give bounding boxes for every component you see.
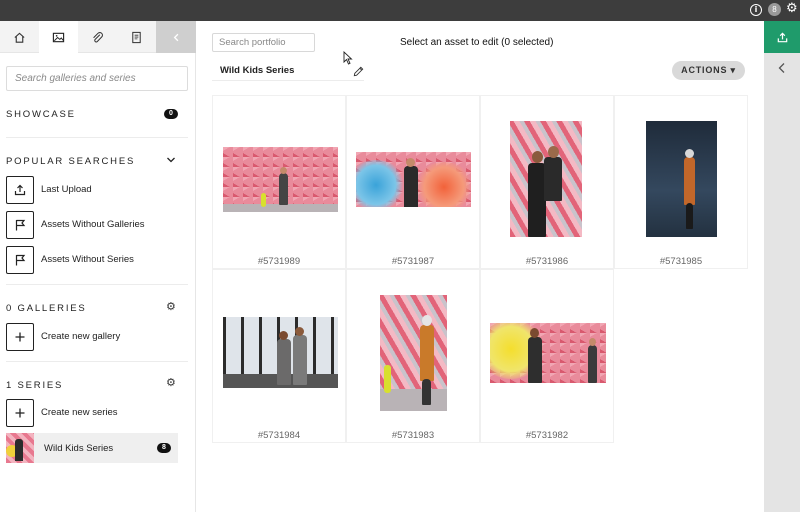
plus-icon	[6, 323, 34, 351]
flag-icon	[6, 246, 34, 274]
divider	[6, 284, 188, 285]
asset-card[interactable]: #5731983	[346, 269, 480, 443]
series-count-badge: 8	[157, 443, 171, 453]
right-rail	[764, 21, 800, 512]
upload-icon	[777, 31, 787, 42]
upload-icon	[6, 176, 34, 204]
popular-searches-title: POPULAR SEARCHES	[6, 156, 136, 167]
series-item-wild-kids[interactable]: Wild Kids Series 8	[6, 433, 178, 463]
attachment-icon	[93, 31, 103, 42]
showcase-title: SHOWCASE	[6, 109, 76, 120]
popular-search-label: Assets Without Galleries	[41, 219, 145, 230]
popular-search-label: Last Upload	[41, 184, 92, 195]
collapse-sidebar-button[interactable]	[156, 21, 196, 53]
gallery-settings-gear-icon[interactable]: ⚙	[166, 300, 176, 313]
asset-card[interactable]: #5731984	[212, 269, 346, 443]
asset-thumbnail[interactable]	[646, 121, 717, 237]
series-title: 1 SERIES	[6, 380, 64, 391]
plus-icon	[6, 399, 34, 427]
asset-card[interactable]: #5731985	[614, 95, 748, 269]
asset-id: #5731982	[525, 430, 569, 441]
pencil-icon[interactable]	[352, 65, 365, 78]
asset-thumbnail[interactable]	[490, 323, 606, 383]
top-bar: i 8 ⚙	[0, 0, 800, 21]
home-icon	[14, 32, 25, 43]
flag-icon	[6, 211, 34, 239]
tab-images[interactable]	[39, 21, 78, 53]
asset-id: #5731986	[525, 256, 569, 267]
sidebar: SHOWCASE 0 POPULAR SEARCHES Last Upload …	[0, 21, 196, 512]
asset-card[interactable]: #5731987	[346, 95, 480, 269]
asset-id: #5731985	[659, 256, 703, 267]
popular-search-without-series[interactable]: Assets Without Series	[6, 246, 188, 274]
series-name-title[interactable]: Wild Kids Series	[220, 65, 294, 76]
series-settings-gear-icon[interactable]: ⚙	[166, 376, 176, 389]
asset-id: #5731983	[391, 430, 435, 441]
create-gallery-button[interactable]: Create new gallery	[6, 323, 188, 351]
asset-thumbnail[interactable]	[356, 152, 471, 207]
asset-id: #5731989	[257, 256, 301, 267]
divider	[6, 361, 188, 362]
chevron-left-icon	[173, 33, 178, 41]
upload-button[interactable]	[764, 21, 800, 53]
asset-card[interactable]: #5731982	[480, 269, 614, 443]
portfolio-search-input[interactable]	[212, 33, 315, 52]
image-icon	[52, 32, 65, 42]
mouse-cursor-icon	[343, 51, 353, 65]
chevron-left-icon[interactable]	[777, 62, 787, 74]
asset-id: #5731987	[391, 256, 435, 267]
series-item-label: Wild Kids Series	[44, 443, 114, 454]
chevron-down-icon[interactable]	[166, 155, 176, 165]
document-icon	[132, 31, 141, 43]
asset-thumbnail[interactable]	[223, 147, 338, 212]
info-icon[interactable]: i	[750, 4, 762, 16]
asset-thumbnail[interactable]	[223, 317, 338, 388]
gallery-search-input[interactable]	[6, 66, 188, 91]
gear-icon[interactable]: ⚙	[786, 2, 798, 16]
showcase-count-badge: 0	[164, 109, 178, 119]
galleries-title: 0 GALLERIES	[6, 303, 87, 314]
create-series-button[interactable]: Create new series	[6, 399, 188, 427]
main-content: Select an asset to edit (0 selected) Wil…	[196, 21, 764, 512]
asset-card[interactable]: #5731989	[212, 95, 346, 269]
series-thumbnail	[6, 433, 34, 463]
create-series-label: Create new series	[41, 407, 118, 418]
series-name-underline	[212, 80, 364, 81]
divider	[6, 137, 188, 138]
actions-button[interactable]: ACTIONS ▾	[672, 61, 745, 80]
sidebar-tabs	[0, 21, 196, 53]
tab-documents[interactable]	[117, 21, 156, 53]
popular-search-label: Assets Without Series	[41, 254, 134, 265]
popular-search-without-galleries[interactable]: Assets Without Galleries	[6, 211, 188, 239]
notification-badge[interactable]: 8	[768, 3, 781, 16]
popular-search-last-upload[interactable]: Last Upload	[6, 176, 188, 204]
asset-thumbnail[interactable]	[380, 295, 447, 411]
tab-attachments[interactable]	[78, 21, 117, 53]
asset-grid: #5731989 #5731987 #5731986 #5731985 #573…	[212, 95, 748, 443]
selection-status: Select an asset to edit (0 selected)	[400, 37, 554, 48]
create-gallery-label: Create new gallery	[41, 331, 121, 342]
asset-id: #5731984	[257, 430, 301, 441]
asset-thumbnail[interactable]	[510, 121, 582, 237]
asset-card[interactable]: #5731986	[480, 95, 614, 269]
tab-home[interactable]	[0, 21, 39, 53]
